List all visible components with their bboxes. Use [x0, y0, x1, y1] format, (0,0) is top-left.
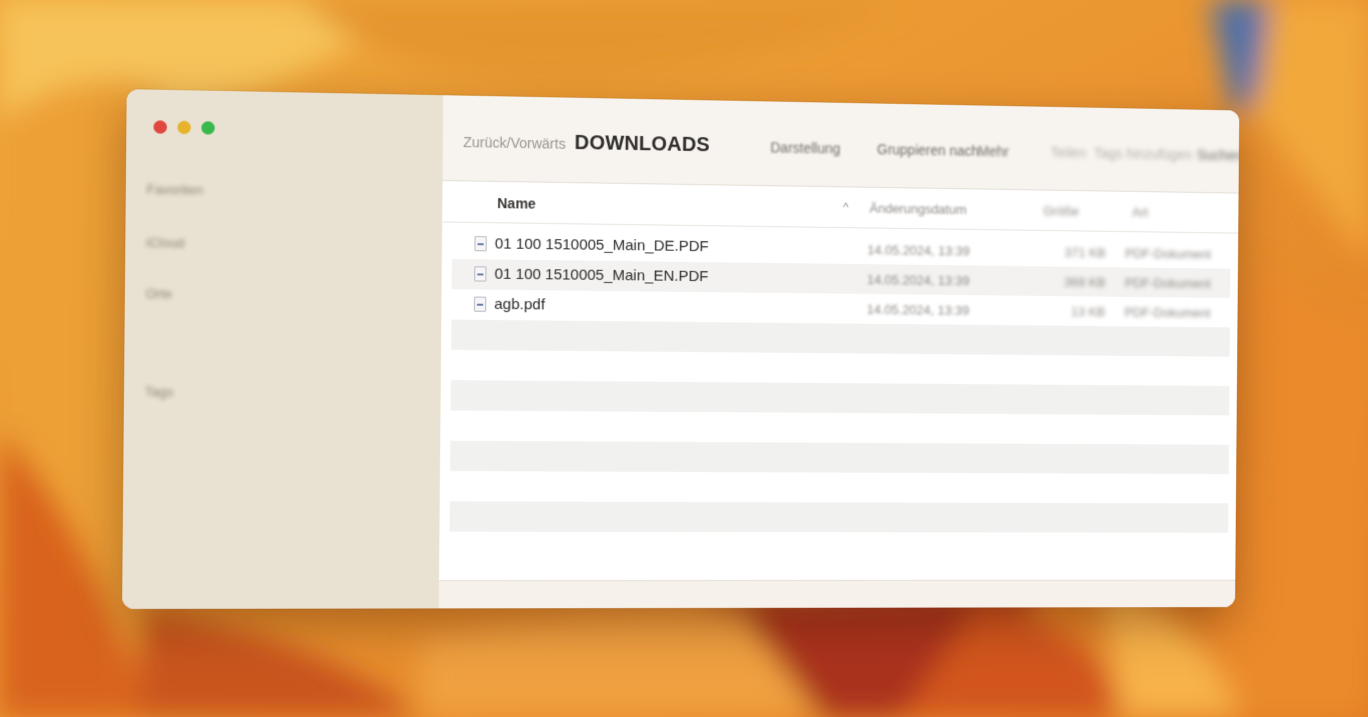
file-kind: PDF-Dokument	[1124, 305, 1210, 321]
file-date: 14.05.2024, 13:39	[867, 272, 970, 288]
file-size: 371 KB	[1048, 245, 1106, 261]
file-date: 14.05.2024, 13:39	[867, 242, 970, 258]
empty-row-stripe	[450, 410, 1229, 444]
file-size: 369 KB	[1047, 274, 1105, 289]
search-button[interactable]: Suchen	[1197, 147, 1239, 163]
column-header-kind[interactable]: Art	[1132, 205, 1148, 220]
file-name: agb.pdf	[494, 296, 545, 314]
file-kind: PDF-Dokument	[1125, 275, 1211, 291]
window-controls	[153, 120, 214, 134]
file-size: 13 KB	[1047, 304, 1105, 319]
add-tags-button[interactable]: Tags hinzufügen	[1094, 145, 1192, 162]
file-date: 14.05.2024, 13:39	[867, 302, 970, 318]
sidebar-item-tags[interactable]: Tags	[145, 384, 174, 400]
sidebar-item-icloud[interactable]: iCloud	[146, 235, 185, 251]
sort-indicator-icon[interactable]: ^	[843, 200, 849, 214]
pdf-document-icon	[474, 297, 486, 312]
finder-window: Favoriten iCloud Orte Tags Zurück/Vorwär…	[122, 89, 1239, 609]
pdf-document-icon	[474, 266, 486, 281]
column-header-date[interactable]: Änderungsdatum	[870, 201, 967, 217]
share-button[interactable]: Teilen	[1051, 144, 1087, 160]
pdf-document-icon	[474, 236, 486, 251]
group-by-button[interactable]: Gruppieren nach	[877, 141, 979, 159]
window-title: DOWNLOADS	[574, 132, 710, 157]
main-content: Zurück/Vorwärts DOWNLOADS Darstellung Gr…	[439, 95, 1240, 608]
toolbar: Zurück/Vorwärts DOWNLOADS Darstellung Gr…	[443, 95, 1240, 193]
sidebar-item-orte[interactable]: Orte	[146, 286, 172, 302]
more-button[interactable]: Mehr	[978, 143, 1009, 159]
empty-row-stripe	[450, 441, 1229, 474]
minimize-button[interactable]	[177, 121, 191, 135]
empty-row-stripe	[451, 380, 1230, 415]
back-forward-button[interactable]: Zurück/Vorwärts	[463, 134, 566, 152]
status-bar	[439, 580, 1236, 609]
file-kind: PDF-Dokument	[1125, 246, 1211, 262]
empty-row-stripe	[450, 501, 1229, 532]
sidebar: Favoriten iCloud Orte Tags	[122, 89, 444, 609]
file-name: 01 100 1510005_Main_EN.PDF	[494, 266, 708, 286]
sidebar-item-favoriten[interactable]: Favoriten	[147, 182, 204, 198]
close-button[interactable]	[153, 120, 167, 134]
file-list: 01 100 1510005_Main_DE.PDF 14.05.2024, 1…	[450, 229, 1231, 533]
column-header-name[interactable]: Name	[497, 195, 536, 212]
empty-row-stripe	[450, 471, 1229, 503]
view-button[interactable]: Darstellung	[770, 139, 840, 156]
file-name: 01 100 1510005_Main_DE.PDF	[495, 235, 709, 255]
desktop: Favoriten iCloud Orte Tags Zurück/Vorwär…	[0, 0, 1368, 717]
zoom-button[interactable]	[201, 121, 215, 134]
column-header-size[interactable]: Größe	[1043, 203, 1079, 218]
